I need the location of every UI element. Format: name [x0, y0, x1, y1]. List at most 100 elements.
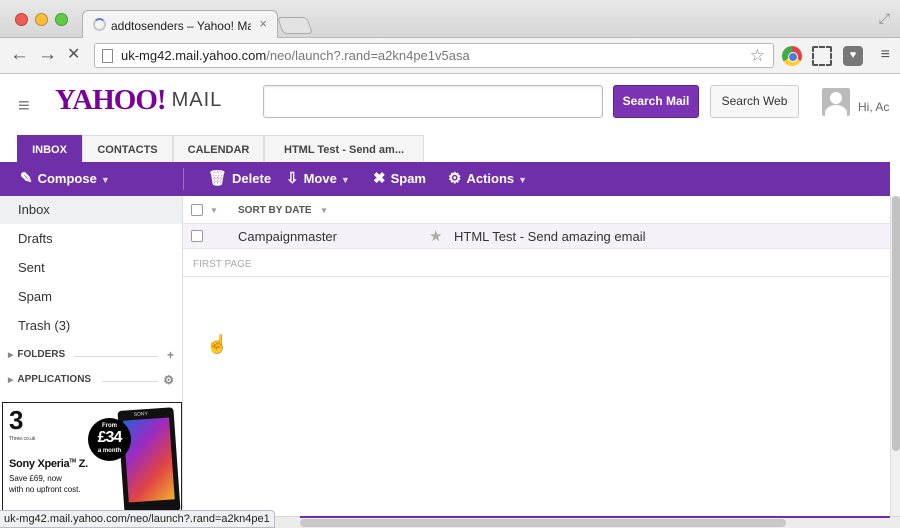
folder-spam[interactable]: Spam [0, 283, 182, 311]
url-path: /neo/launch?.rand=a2kn4pe1v5asa [266, 48, 470, 63]
ad-line-1: Save £69, now [9, 474, 62, 483]
action-bar: ✎ Compose ▼ 🗑 Delete ⇩ Move ▼ ✖ Spam ⚙ Actions ▼ [0, 162, 890, 196]
browser-titlebar: addtosenders – Yahoo! Ma × ⤢ [0, 0, 900, 39]
status-url-bubble: uk-mg42.mail.yahoo.com/neo/launch?.rand=… [0, 510, 275, 528]
expand-triangle-icon: ▶ [8, 377, 14, 384]
section-divider [102, 381, 158, 382]
section-divider [74, 356, 158, 357]
hand-cursor-icon: ☝ [206, 334, 229, 354]
actions-button[interactable]: ⚙ Actions ▼ [448, 162, 527, 196]
window-close-button[interactable] [15, 13, 28, 26]
window-maximize-button[interactable] [55, 13, 68, 26]
tab-close-icon[interactable]: × [259, 16, 267, 31]
add-folder-icon[interactable]: + [167, 348, 174, 362]
avatar[interactable] [822, 88, 850, 116]
folder-trash[interactable]: Trash (3) [0, 312, 182, 340]
applications-section-label: APPLICATIONS [17, 374, 92, 385]
fullscreen-icon[interactable]: ⤢ [879, 10, 890, 27]
ad-phone-brand: SONY [133, 410, 149, 418]
page-icon [102, 49, 113, 63]
horizontal-scroll-thumb[interactable] [300, 519, 786, 527]
hamburger-menu-icon[interactable]: ≡ [18, 95, 30, 118]
tab-html-test-message[interactable]: HTML Test - Send am... [264, 135, 424, 163]
compose-label: Compose [37, 171, 97, 186]
delete-button[interactable]: 🗑 Delete [208, 162, 271, 196]
folder-sent[interactable]: Sent [0, 254, 182, 282]
search-web-button[interactable]: Search Web [710, 85, 799, 118]
spam-button[interactable]: ✖ Spam [373, 162, 426, 196]
stop-loading-button[interactable]: ✕ [67, 45, 80, 65]
list-divider [183, 276, 890, 277]
ad-line-2: with no upfront cost. [9, 485, 81, 494]
bookmark-star-icon[interactable]: ☆ [750, 46, 765, 66]
actions-label: Actions [466, 171, 515, 186]
message-subject: HTML Test - Send amazing email [454, 229, 646, 244]
select-all-checkbox[interactable] [191, 204, 203, 216]
vertical-scrollbar[interactable] [890, 196, 900, 516]
tab-inbox[interactable]: INBOX [17, 135, 82, 163]
browser-tab-title: addtosenders – Yahoo! Ma [111, 19, 251, 33]
spam-label: Spam [390, 171, 426, 186]
ad-price-badge: From £34 a month [88, 418, 131, 461]
back-button[interactable]: ← [10, 45, 29, 65]
browser-tab-active[interactable]: addtosenders – Yahoo! Ma × [82, 10, 278, 39]
trash-icon: 🗑 [208, 170, 228, 187]
message-checkbox[interactable] [191, 230, 203, 242]
applications-gear-icon[interactable]: ⚙ [163, 373, 174, 387]
move-label: Move [303, 171, 337, 186]
tab-calendar[interactable]: CALENDAR [173, 135, 264, 163]
spam-icon: ✖ [373, 170, 386, 187]
search-input[interactable] [263, 85, 603, 118]
browser-menu-icon[interactable]: ≡ [881, 46, 890, 64]
screenshot-extension-icon[interactable] [812, 46, 832, 66]
user-greeting[interactable]: Hi, Ac [858, 100, 889, 114]
pocket-extension-icon[interactable]: ♥ [843, 46, 863, 66]
ad-title: Sony XperiaTM Z. [9, 458, 88, 470]
compose-caret-icon: ▼ [100, 175, 110, 185]
loading-spinner-icon [93, 18, 106, 31]
move-caret-icon: ▼ [340, 175, 350, 185]
message-list: ▼ SORT BY DATE ▼ Campaignmaster ★ HTML T… [183, 196, 890, 516]
yahoo-mail-logo[interactable]: YAHOO! MAIL [55, 84, 222, 117]
address-url[interactable]: uk-mg42.mail.yahoo.com/neo/launch?.rand=… [121, 48, 470, 63]
sort-by-date[interactable]: SORT BY DATE [238, 205, 312, 216]
search-mail-button[interactable]: Search Mail [613, 85, 699, 118]
applications-section[interactable]: ▶ APPLICATIONS ⚙ [8, 373, 176, 390]
logo-yahoo: YAHOO! [55, 84, 167, 116]
folders-section-label: FOLDERS [17, 349, 66, 360]
folders-section[interactable]: ▶ FOLDERS + [8, 348, 176, 365]
tab-contacts[interactable]: CONTACTS [82, 135, 173, 163]
ad-logo-sub: Three.co.uk [9, 436, 36, 442]
folder-inbox[interactable]: Inbox [0, 196, 182, 224]
expand-triangle-icon: ▶ [8, 352, 14, 359]
chrome-extension-icon[interactable] [782, 46, 802, 66]
select-caret-icon[interactable]: ▼ [210, 206, 218, 215]
browser-toolbar: ← → ✕ uk-mg42.mail.yahoo.com/neo/launch?… [0, 38, 900, 74]
ad-badge-period: a month [97, 448, 122, 454]
logo-mail: MAIL [171, 89, 223, 111]
actions-caret-icon: ▼ [518, 175, 528, 185]
sort-caret-icon[interactable]: ▼ [320, 206, 328, 215]
message-sender: Campaignmaster [238, 229, 337, 244]
url-host: uk-mg42.mail.yahoo.com [121, 48, 267, 63]
compose-button[interactable]: ✎ Compose ▼ [20, 162, 110, 196]
horizontal-scroll-accent [300, 516, 890, 518]
address-bar[interactable]: uk-mg42.mail.yahoo.com/neo/launch?.rand=… [94, 43, 774, 68]
message-list-header: ▼ SORT BY DATE ▼ [183, 196, 890, 224]
window-minimize-button[interactable] [35, 13, 48, 26]
vertical-scroll-thumb[interactable] [892, 196, 900, 451]
star-icon[interactable]: ★ [429, 227, 442, 245]
folder-drafts[interactable]: Drafts [0, 225, 182, 253]
move-icon: ⇩ [286, 170, 299, 187]
new-tab-button[interactable] [276, 17, 314, 34]
table-row[interactable]: Campaignmaster ★ HTML Test - Send amazin… [183, 224, 890, 249]
forward-button[interactable]: → [38, 45, 57, 65]
ad-title-name: Sony Xperia [9, 458, 70, 470]
first-page-link[interactable]: FIRST PAGE [193, 259, 252, 270]
ad-logo: 3 [9, 405, 24, 435]
ad-badge-price: £34 [97, 429, 123, 446]
advertisement[interactable]: 3 Three.co.uk SONY From £34 a month Sony… [2, 402, 182, 514]
move-button[interactable]: ⇩ Move ▼ [286, 162, 350, 196]
compose-icon: ✎ [20, 170, 33, 187]
ad-title-model: Z. [75, 458, 88, 470]
